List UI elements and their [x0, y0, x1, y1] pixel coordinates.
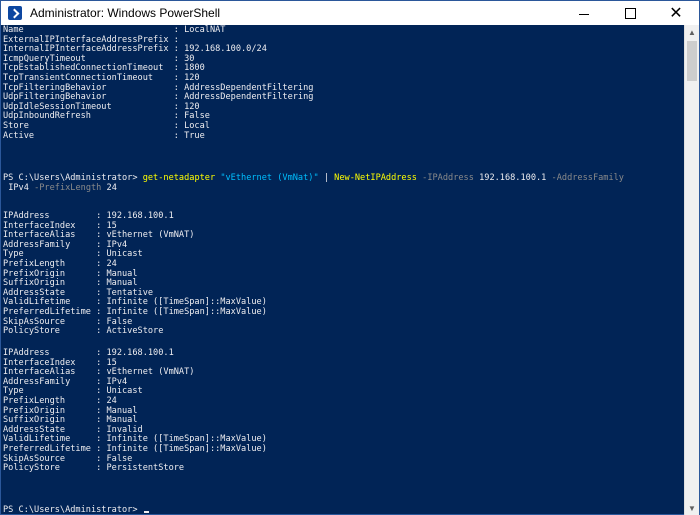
ip-output-line: PreferredLifetime : Infinite ([TimeSpan]… — [3, 444, 267, 454]
text-cursor — [143, 511, 149, 513]
minimize-button[interactable] — [561, 1, 607, 25]
title-bar[interactable]: Administrator: Windows PowerShell ✕ — [1, 1, 699, 25]
window-title: Administrator: Windows PowerShell — [30, 6, 221, 20]
ip-output-line: PolicyStore : PersistentStore — [3, 463, 185, 474]
final-prompt-line[interactable]: PS C:\Users\Administrator> — [3, 505, 149, 515]
value-ipaddress: 192.168.100.1 — [479, 173, 547, 183]
ip-output-line: SkipAsSource : False — [3, 316, 133, 327]
command-line-wrap: IPv4 -PrefixLength 24 — [3, 183, 117, 193]
nat-output-line: ExternalIPInterfaceAddressPrefix : — [3, 34, 179, 45]
scroll-up-icon[interactable]: ▲ — [685, 25, 699, 39]
nat-output-line: UdpFilteringBehavior : AddressDependentF… — [3, 92, 314, 103]
ip-output-line: IPAddress : 192.168.100.1 — [3, 348, 174, 358]
ip-output-line: AddressFamily : IPv4 — [3, 376, 128, 387]
command-line: PS C:\Users\Administrator> get-netadapte… — [3, 173, 624, 183]
ip-output-line: ValidLifetime : Infinite ([TimeSpan]::Ma… — [3, 297, 267, 308]
ip-output-line: AddressState : Tentative — [3, 287, 154, 298]
param-ipaddress: -IPAddress — [422, 173, 474, 183]
nat-output-line: Store : Local — [3, 121, 210, 131]
ip-output-line: AddressState : Invalid — [3, 424, 143, 435]
powershell-window: Administrator: Windows PowerShell ✕ Name… — [0, 0, 700, 515]
ip-output-line: SuffixOrigin : Manual — [3, 278, 138, 289]
ip-output-line: IPAddress : 192.168.100.1 — [3, 211, 174, 221]
nat-output-line: UdpInboundRefresh : False — [3, 111, 210, 122]
scroll-down-icon[interactable]: ▼ — [685, 501, 699, 515]
ip-output-line: InterfaceIndex : 15 — [3, 220, 117, 231]
ip-output-line: PrefixOrigin : Manual — [3, 268, 138, 279]
nat-output-line: TcpFilteringBehavior : AddressDependentF… — [3, 82, 314, 93]
nat-output-line: TcpEstablishedConnectionTimeout : 1800 — [3, 63, 205, 74]
minimize-icon — [579, 13, 589, 15]
ip-output-line: SkipAsSource : False — [3, 453, 133, 464]
cmdlet-new-netipaddress: New-NetIPAddress — [334, 173, 417, 183]
value-addressfamily: IPv4 — [8, 183, 29, 193]
ip-output-line: PrefixLength : 24 — [3, 396, 117, 406]
console-output[interactable]: Name : LocalNAT ExternalIPInterfaceAddres… — [1, 25, 685, 515]
ip-output-line: PreferredLifetime : Infinite ([TimeSpan]… — [3, 307, 267, 317]
nat-output-line: Active : True — [3, 130, 205, 141]
pipe-operator: | — [318, 173, 335, 183]
ip-output-line: InterfaceAlias : vEthernet (VmNAT) — [3, 230, 195, 241]
ip-output-line: PrefixOrigin : Manual — [3, 405, 138, 416]
ip-output-line: PrefixLength : 24 — [3, 259, 117, 269]
ip-output-line: Type : Unicast — [3, 386, 143, 397]
ip-output-line: PolicyStore : ActiveStore — [3, 326, 164, 337]
close-button[interactable]: ✕ — [653, 1, 699, 25]
powershell-icon[interactable] — [8, 6, 22, 20]
nat-output-line: IcmpQueryTimeout : 30 — [3, 53, 195, 64]
value-prefixlength: 24 — [106, 183, 117, 193]
nat-output-line: TcpTransientConnectionTimeout : 120 — [3, 73, 200, 83]
param-addressfamily: -AddressFamily — [551, 173, 624, 183]
final-prompt: PS C:\Users\Administrator> — [3, 505, 143, 515]
ip-output-line: InterfaceAlias : vEthernet (VmNAT) — [3, 367, 195, 378]
ip-output-line: InterfaceIndex : 15 — [3, 357, 117, 368]
nat-output-line: InternalIPInterfaceAddressPrefix : 192.1… — [3, 44, 267, 55]
adapter-name-argument: "vEthernet (VmNat)" — [220, 173, 319, 183]
nat-output-line: Name : LocalNAT — [3, 25, 226, 35]
cmdlet-get-netadapter: get-netadapter — [142, 173, 216, 183]
scrollbar-thumb[interactable] — [687, 41, 697, 81]
param-prefixlength: -PrefixLength — [34, 183, 102, 193]
nat-output-line: UdpIdleSessionTimeout : 120 — [3, 101, 200, 112]
close-icon: ✕ — [669, 5, 683, 22]
ip-output-line: Type : Unicast — [3, 249, 143, 260]
vertical-scrollbar[interactable]: ▲ ▼ — [684, 25, 699, 515]
ip-output-line: ValidLifetime : Infinite ([TimeSpan]::Ma… — [3, 434, 267, 445]
ip-output-line: AddressFamily : IPv4 — [3, 239, 128, 250]
maximize-icon — [624, 7, 636, 19]
prompt: PS C:\Users\Administrator> — [3, 173, 143, 183]
ip-output-line: SuffixOrigin : Manual — [3, 415, 138, 426]
maximize-button[interactable] — [607, 1, 653, 25]
